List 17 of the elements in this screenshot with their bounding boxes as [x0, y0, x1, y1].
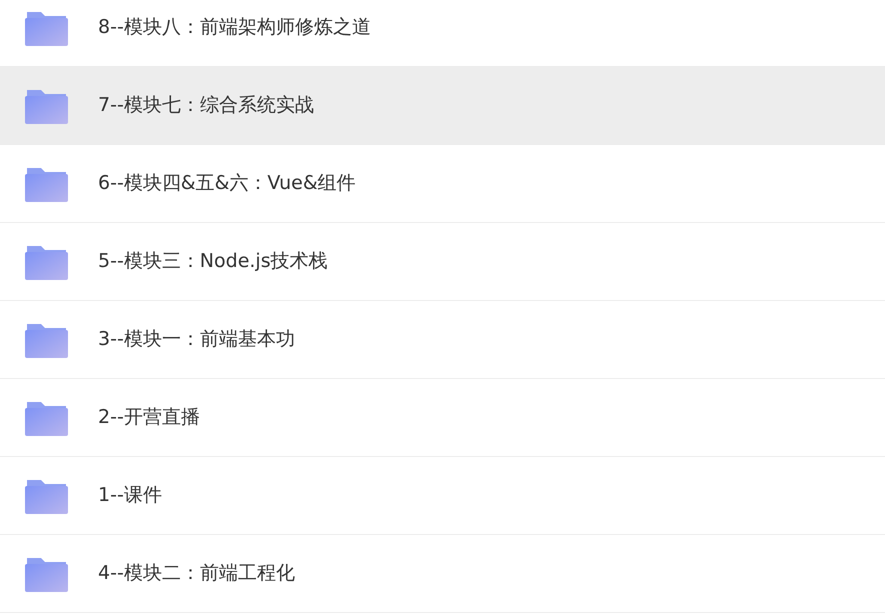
folder-icon	[25, 244, 68, 280]
folder-name: 8--模块八：前端架构师修炼之道	[98, 15, 371, 40]
folder-name: 3--模块一：前端基本功	[98, 327, 295, 352]
folder-icon	[25, 322, 68, 358]
folder-row[interactable]: 7--模块七：综合系统实战	[0, 67, 885, 145]
folder-name: 7--模块七：综合系统实战	[98, 93, 314, 118]
folder-name: 2--开营直播	[98, 405, 200, 430]
folder-name: 6--模块四&五&六：Vue&组件	[98, 171, 356, 196]
folder-name: 1--课件	[98, 483, 162, 508]
folder-icon	[25, 10, 68, 46]
folder-name: 5--模块三：Node.js技术栈	[98, 249, 328, 274]
folder-icon	[25, 88, 68, 124]
folder-icon	[25, 556, 68, 592]
folder-icon	[25, 400, 68, 436]
folder-name: 4--模块二：前端工程化	[98, 561, 295, 586]
folder-icon	[25, 166, 68, 202]
folder-icon	[25, 478, 68, 514]
